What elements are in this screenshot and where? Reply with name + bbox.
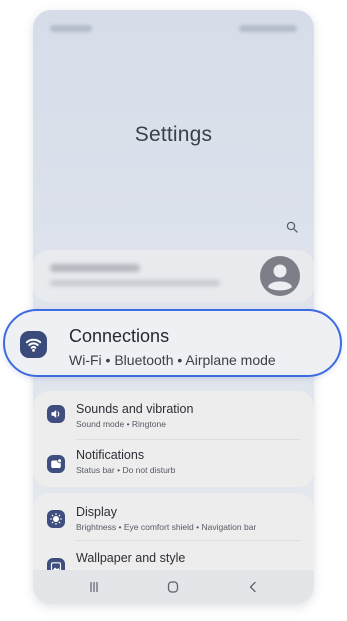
- wifi-icon: [20, 331, 47, 358]
- search-icon[interactable]: [286, 220, 298, 233]
- settings-item-title: Sounds and vibration: [76, 402, 194, 416]
- back-icon[interactable]: [242, 578, 264, 596]
- status-bar-left-blurred: [50, 25, 92, 32]
- volume-icon: [47, 405, 65, 423]
- screen: Settings Sounds and vibration Sound mode…: [0, 0, 347, 621]
- home-icon[interactable]: [162, 578, 184, 596]
- notification-icon: [47, 455, 65, 473]
- connections-subtitle: Wi-Fi • Bluetooth • Airplane mode: [69, 352, 276, 368]
- brightness-icon: [47, 510, 65, 528]
- settings-item-notifications[interactable]: Notifications Status bar • Do not distur…: [33, 439, 314, 487]
- settings-item-title: Notifications: [76, 448, 145, 462]
- phone-frame: Settings Sounds and vibration Sound mode…: [33, 10, 314, 604]
- settings-group-sound-notifications: Sounds and vibration Sound mode • Ringto…: [33, 391, 314, 487]
- settings-item-subtitle: Status bar • Do not disturb: [76, 465, 176, 475]
- account-card[interactable]: [33, 250, 314, 302]
- settings-item-subtitle: Brightness • Eye comfort shield • Naviga…: [76, 522, 257, 532]
- settings-item-subtitle: Sound mode • Ringtone: [76, 419, 166, 429]
- status-bar: [33, 10, 314, 44]
- settings-item-display[interactable]: Display Brightness • Eye comfort shield …: [33, 493, 314, 539]
- account-name-blurred: [50, 264, 140, 272]
- connections-title: Connections: [69, 326, 170, 346]
- settings-item-connections[interactable]: Connections Wi-Fi • Bluetooth • Airplane…: [3, 309, 342, 377]
- settings-item-title: Wallpaper and style: [76, 551, 186, 565]
- settings-item-title: Display: [76, 505, 117, 519]
- status-bar-right-blurred: [239, 25, 297, 32]
- account-email-blurred: [50, 280, 220, 286]
- navigation-bar: [33, 570, 314, 604]
- settings-item-sounds[interactable]: Sounds and vibration Sound mode • Ringto…: [33, 391, 314, 439]
- person-avatar-icon[interactable]: [260, 256, 300, 296]
- page-title: Settings: [134, 123, 213, 146]
- recents-icon[interactable]: [83, 578, 105, 596]
